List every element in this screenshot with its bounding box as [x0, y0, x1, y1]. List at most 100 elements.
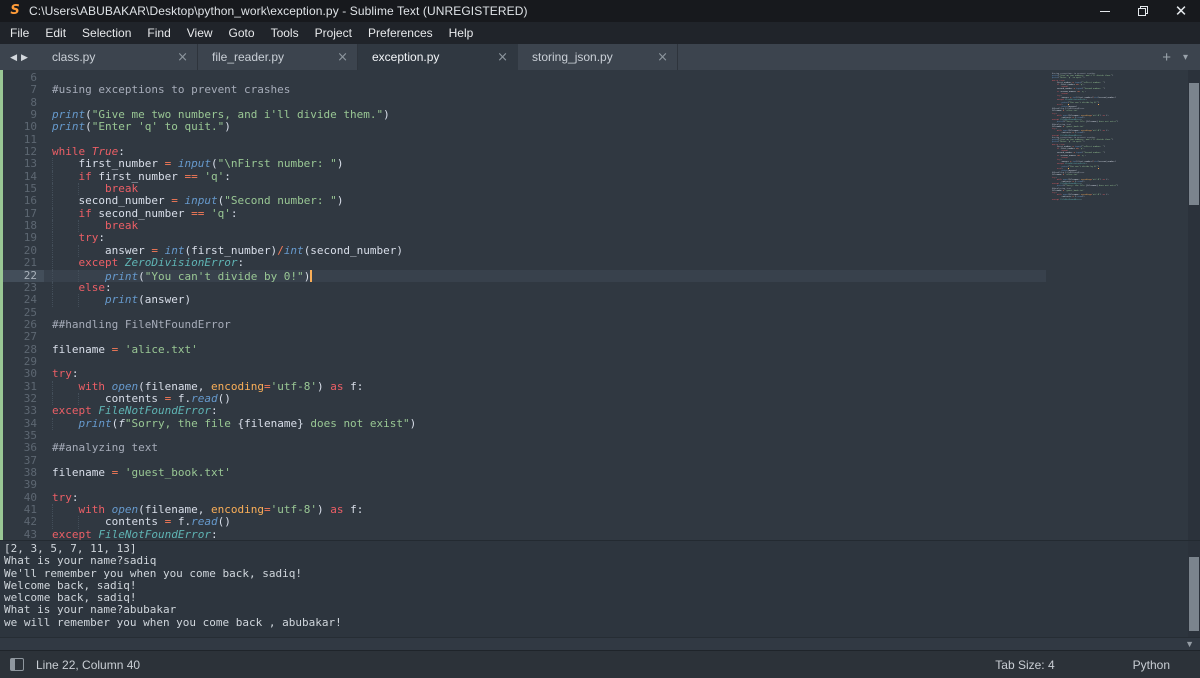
tab-label: file_reader.py: [212, 50, 285, 64]
token-k: with: [78, 504, 106, 517]
gutter-diff-added-marker: [0, 70, 3, 540]
code-line-36: 36 ##analyzing text: [0, 441, 1046, 454]
token-p: [204, 208, 211, 220]
syntax-indicator[interactable]: Python: [1133, 658, 1170, 672]
code-line-19: 19 try:: [0, 232, 1046, 245]
line-number: 12: [23, 145, 37, 159]
console-hscroll-track[interactable]: ▼: [0, 637, 1200, 650]
code-line-8: 8: [0, 95, 1046, 109]
menu-project[interactable]: Project: [307, 22, 360, 44]
tab-file_reader.py[interactable]: file_reader.py ×: [198, 44, 358, 70]
token-k: with: [78, 380, 106, 393]
code-line-text: filename = 'guest_book.txt': [44, 467, 1046, 479]
line-number: 20: [23, 243, 37, 257]
indent-guide: [52, 244, 53, 258]
line-number: 11: [23, 132, 37, 146]
line-number: 32: [23, 391, 37, 405]
line-number: 42: [23, 515, 37, 529]
tab-close-icon[interactable]: ×: [177, 51, 188, 64]
console-scrollbar-thumb[interactable]: [1189, 557, 1199, 631]
token-c: #using exceptions to prevent crashes: [52, 84, 291, 97]
editor-area[interactable]: 6 7 #using exceptions to prevent crashes 8 9…: [0, 70, 1200, 540]
code-line-35: 35: [0, 429, 1046, 442]
code-line-text: [44, 134, 1046, 146]
token-p: [158, 245, 165, 257]
tab-close-icon[interactable]: ×: [657, 51, 668, 64]
new-tab-icon[interactable]: +: [1162, 49, 1171, 66]
token-o: =: [263, 504, 271, 517]
menu-preferences[interactable]: Preferences: [360, 22, 441, 44]
console-scrollbar-track[interactable]: [1188, 541, 1200, 637]
token-t: ZeroDivisionError: [124, 257, 238, 270]
sidebar-toggle-icon[interactable]: [10, 658, 24, 671]
code-line-text: if second_number == 'q':: [44, 207, 1046, 221]
close-button[interactable]: ✕: [1162, 0, 1200, 22]
restore-button[interactable]: [1124, 0, 1162, 22]
line-number: 8: [30, 95, 37, 109]
code-line-text: with open(filename, encoding='utf-8') as…: [44, 504, 1046, 517]
token-p: f.: [171, 392, 192, 405]
tab-close-icon[interactable]: ×: [337, 51, 348, 64]
token-s: "Second number: ": [224, 195, 337, 208]
menu-file[interactable]: File: [2, 22, 37, 44]
tab-forward-icon[interactable]: ▶: [21, 52, 28, 63]
cursor-position: Line 22, Column 40: [36, 657, 141, 672]
token-t: FileNotFoundError: [98, 528, 211, 540]
token-s: 'q': [204, 170, 225, 183]
line-number: 29: [23, 354, 37, 368]
tab-storing_json.py[interactable]: storing_json.py ×: [518, 44, 678, 70]
menu-view[interactable]: View: [179, 22, 221, 44]
menu-tools[interactable]: Tools: [263, 22, 307, 44]
line-number: 13: [23, 157, 37, 171]
token-p: :: [98, 232, 105, 245]
tab-exception.py[interactable]: exception.py ×: [358, 44, 518, 70]
menu-help[interactable]: Help: [441, 22, 482, 44]
code-view[interactable]: 6 7 #using exceptions to prevent crashes 8 9…: [0, 70, 1046, 540]
code-line-39: 39: [0, 478, 1046, 491]
token-p: first_number: [91, 170, 185, 183]
token-p: ): [336, 158, 344, 171]
scroll-down-icon[interactable]: ▼: [1185, 639, 1194, 649]
line-number: 22: [0, 269, 44, 282]
token-k: while: [52, 146, 86, 159]
line-number: 33: [23, 404, 37, 418]
token-f: open: [111, 504, 139, 517]
token-k: try: [52, 368, 72, 381]
console-line: What is your name?sadiq: [4, 554, 157, 568]
tab-size-indicator[interactable]: Tab Size: 4: [995, 658, 1054, 672]
tab-extras: + ▾: [1162, 44, 1200, 70]
tab-overflow-icon[interactable]: ▾: [1183, 52, 1188, 63]
menu-selection[interactable]: Selection: [74, 22, 139, 44]
tab-back-icon[interactable]: ◀: [10, 52, 17, 63]
code-line-29: 29: [0, 354, 1046, 368]
token-s: 'guest_book.txt': [124, 467, 231, 479]
line-number: 23: [23, 280, 37, 294]
token-p: answer: [104, 244, 152, 257]
token-fi: f: [118, 417, 125, 430]
indent-guide: [52, 158, 53, 171]
minimize-button[interactable]: [1086, 0, 1124, 22]
line-number: 16: [23, 194, 37, 208]
tab-close-icon[interactable]: ×: [497, 51, 508, 64]
minimap[interactable]: #using exceptions to prevent crashes prin…: [1046, 70, 1188, 540]
menu-goto[interactable]: Goto: [221, 22, 263, 44]
indent-guide: [52, 294, 53, 307]
line-number: 26: [23, 317, 37, 331]
editor-scrollbar-track[interactable]: [1188, 70, 1200, 540]
token-p: :: [210, 528, 218, 540]
title-bar: S C:\Users\ABUBAKAR\Desktop\python_work\…: [0, 0, 1200, 22]
token-f: print: [104, 294, 139, 307]
menu-edit[interactable]: Edit: [37, 22, 74, 44]
token-k: as: [330, 504, 344, 517]
menu-find[interactable]: Find: [139, 22, 178, 44]
tab-label: class.py: [52, 50, 96, 64]
tab-class.py[interactable]: class.py ×: [38, 44, 198, 70]
indent-guide: [52, 392, 53, 406]
tab-label: exception.py: [372, 50, 440, 64]
editor-scrollbar-thumb[interactable]: [1189, 83, 1199, 205]
code-line-text: print(answer): [44, 294, 1046, 307]
token-s: "Sorry, the file: [124, 417, 238, 430]
indent-guide: [52, 207, 53, 221]
line-number: 34: [23, 416, 37, 430]
